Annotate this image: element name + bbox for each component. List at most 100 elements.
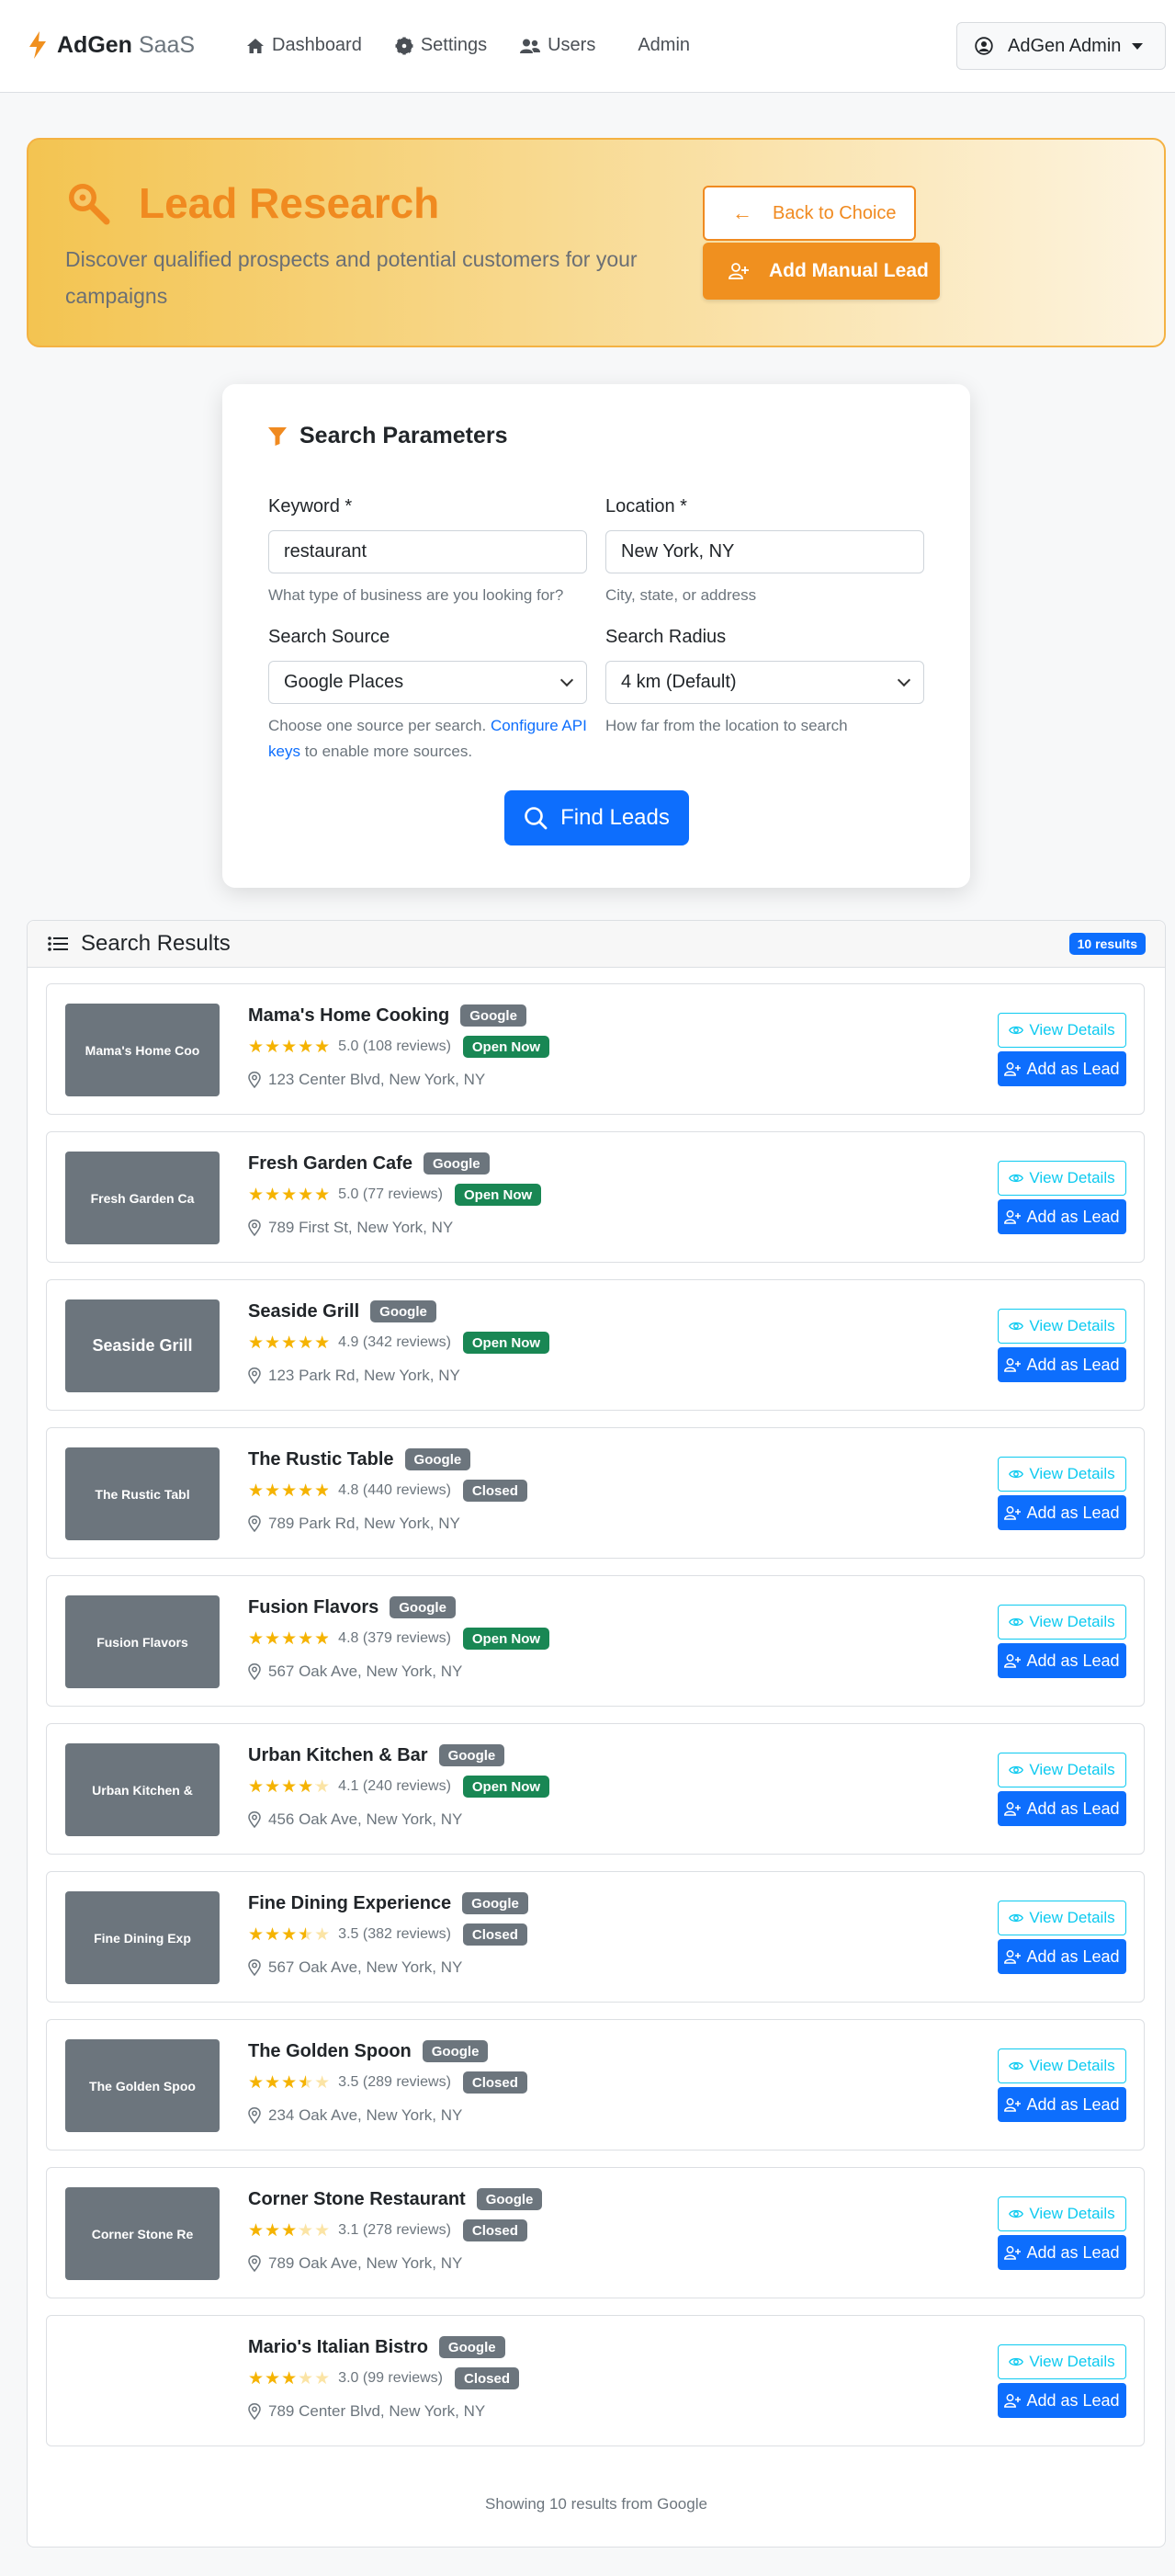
result-address: 567 Oak Ave, New York, NY: [268, 1662, 463, 1680]
source-badge: Google: [423, 1152, 490, 1175]
eye-icon: [1009, 1617, 1024, 1627]
source-field: Search Source Google Places Choose one s…: [268, 627, 587, 765]
add-as-lead-button[interactable]: Add as Lead: [998, 2235, 1126, 2270]
eye-icon: [1009, 1765, 1024, 1775]
add-as-lead-button[interactable]: Add as Lead: [998, 2087, 1126, 2122]
star-rating: ★★★★★★★★★★: [248, 2368, 332, 2389]
add-as-lead-button[interactable]: Add as Lead: [998, 2383, 1126, 2418]
result-thumbnail: The Rustic Tabl: [65, 1447, 220, 1540]
result-address: 789 Oak Ave, New York, NY: [268, 2254, 463, 2272]
search-icon: [525, 807, 548, 830]
thumbnail-text: The Rustic Tabl: [95, 1486, 190, 1502]
rating-text: 5.0 (108 reviews): [338, 1038, 451, 1054]
arrow-left-icon: ←: [732, 201, 752, 224]
add-as-lead-button[interactable]: Add as Lead: [998, 1495, 1126, 1530]
status-badge: Closed: [462, 2219, 527, 2241]
source-select[interactable]: Google Places: [268, 661, 587, 704]
user-plus-icon: [1004, 1061, 1022, 1076]
result-name-row: Mama's Home Cooking Google: [248, 1004, 526, 1027]
add-as-lead-label: Add as Lead: [1026, 1059, 1120, 1078]
add-as-lead-button[interactable]: Add as Lead: [998, 1347, 1126, 1382]
result-address-row: 789 Center Blvd, New York, NY: [248, 2402, 485, 2421]
source-badge: Google: [422, 2040, 489, 2062]
radius-field: Search Radius 4 km (Default) How far fro…: [605, 627, 924, 739]
map-pin-icon: [248, 2255, 261, 2272]
result-address: 234 Oak Ave, New York, NY: [268, 2106, 463, 2124]
star-rating: ★★★★★★★★★★: [248, 2220, 332, 2241]
view-details-button[interactable]: View Details: [998, 1605, 1126, 1640]
rating-text: 5.0 (77 reviews): [338, 1186, 443, 1202]
gear-icon: [395, 37, 413, 54]
user-plus-icon: [1004, 1357, 1022, 1372]
keyword-field: Keyword * restaurant What type of busine…: [268, 496, 587, 608]
top-navbar: AdGen SaaS Dashboard Settings Users Admi…: [0, 0, 1175, 93]
nav-link-label: Dashboard: [272, 35, 362, 55]
result-name-row: Fusion Flavors Google: [248, 1596, 456, 1618]
result-name-row: Fine Dining Experience Google: [248, 1892, 528, 1914]
location-value: New York, NY: [621, 541, 735, 562]
add-as-lead-button[interactable]: Add as Lead: [998, 1643, 1126, 1678]
nav-link-settings[interactable]: Settings: [395, 35, 487, 56]
result-name: The Golden Spoon: [248, 2040, 412, 2061]
user-plus-icon: [1004, 2097, 1022, 2112]
nav-link-users[interactable]: Users: [520, 35, 595, 56]
filter-icon: [268, 426, 287, 446]
result-address: 123 Center Blvd, New York, NY: [268, 1071, 486, 1088]
nav-link-admin[interactable]: Admin: [638, 35, 690, 56]
result-name: Fusion Flavors: [248, 1596, 379, 1617]
add-as-lead-button[interactable]: Add as Lead: [998, 1939, 1126, 1974]
status-badge: Closed: [462, 1480, 527, 1502]
rating-text: 4.9 (342 reviews): [338, 1334, 451, 1350]
result-name: Fine Dining Experience: [248, 1892, 452, 1913]
location-help: City, state, or address: [605, 586, 757, 604]
add-as-lead-button[interactable]: Add as Lead: [998, 1051, 1126, 1086]
thumbnail-text: The Golden Spoo: [89, 2078, 196, 2094]
radius-help: How far from the location to search: [605, 717, 848, 734]
rating-text: 3.1 (278 reviews): [338, 2222, 451, 2238]
eye-icon: [1009, 1470, 1024, 1479]
find-leads-button[interactable]: Find Leads: [504, 790, 689, 845]
user-circle-icon: [975, 37, 993, 55]
brand-logo[interactable]: AdGen SaaS: [28, 31, 195, 59]
result-name-row: Fresh Garden Cafe Google: [248, 1152, 490, 1175]
result-address-row: 789 First St, New York, NY: [248, 1219, 453, 1237]
add-manual-lead-button[interactable]: Add Manual Lead: [703, 243, 940, 300]
view-details-button[interactable]: View Details: [998, 2048, 1126, 2083]
source-badge: Google: [370, 1300, 436, 1322]
back-to-choice-button[interactable]: ← Back to Choice: [703, 186, 916, 241]
status-badge: Closed: [462, 2071, 527, 2094]
view-details-button[interactable]: View Details: [998, 1161, 1126, 1196]
rating-text: 4.1 (240 reviews): [338, 1778, 451, 1794]
view-details-button[interactable]: View Details: [998, 2344, 1126, 2379]
view-details-button[interactable]: View Details: [998, 1901, 1126, 1935]
source-value: Google Places: [284, 672, 404, 692]
add-as-lead-label: Add as Lead: [1026, 1503, 1120, 1522]
location-input[interactable]: New York, NY: [605, 530, 924, 573]
add-as-lead-button[interactable]: Add as Lead: [998, 1199, 1126, 1234]
result-address: 456 Oak Ave, New York, NY: [268, 1810, 463, 1828]
result-thumbnail: Urban Kitchen &: [65, 1743, 220, 1836]
result-item: Corner Stone Re Corner Stone Restaurant Go…: [46, 2167, 1145, 2298]
add-as-lead-button[interactable]: Add as Lead: [998, 1791, 1126, 1826]
keyword-input[interactable]: restaurant: [268, 530, 587, 573]
view-details-label: View Details: [1029, 1761, 1115, 1778]
map-pin-icon: [248, 2107, 261, 2124]
lightning-icon: [29, 31, 46, 59]
status-badge: Open Now: [462, 1776, 550, 1798]
result-item: The Golden Spoo The Golden Spoon Google ★★★…: [46, 2019, 1145, 2150]
nav-link-dashboard[interactable]: Dashboard: [246, 35, 362, 56]
view-details-button[interactable]: View Details: [998, 1457, 1126, 1492]
keyword-label: Keyword *: [268, 496, 353, 516]
view-details-button[interactable]: View Details: [998, 1753, 1126, 1787]
user-plus-icon: [1004, 1209, 1022, 1224]
result-item: The Rustic Tabl The Rustic Table Google ★★★…: [46, 1427, 1145, 1559]
view-details-button[interactable]: View Details: [998, 1309, 1126, 1344]
view-details-button[interactable]: View Details: [998, 2196, 1126, 2231]
back-label: Back to Choice: [773, 202, 897, 223]
account-dropdown[interactable]: AdGen Admin: [956, 22, 1166, 70]
result-rating-row: ★★★★★ ★★★★★ 4.8 (379 reviews) Open Now: [248, 1628, 550, 1650]
user-plus-icon: [1004, 2245, 1022, 2260]
radius-select[interactable]: 4 km (Default): [605, 661, 924, 704]
view-details-button[interactable]: View Details: [998, 1013, 1126, 1048]
list-icon: [48, 936, 68, 951]
